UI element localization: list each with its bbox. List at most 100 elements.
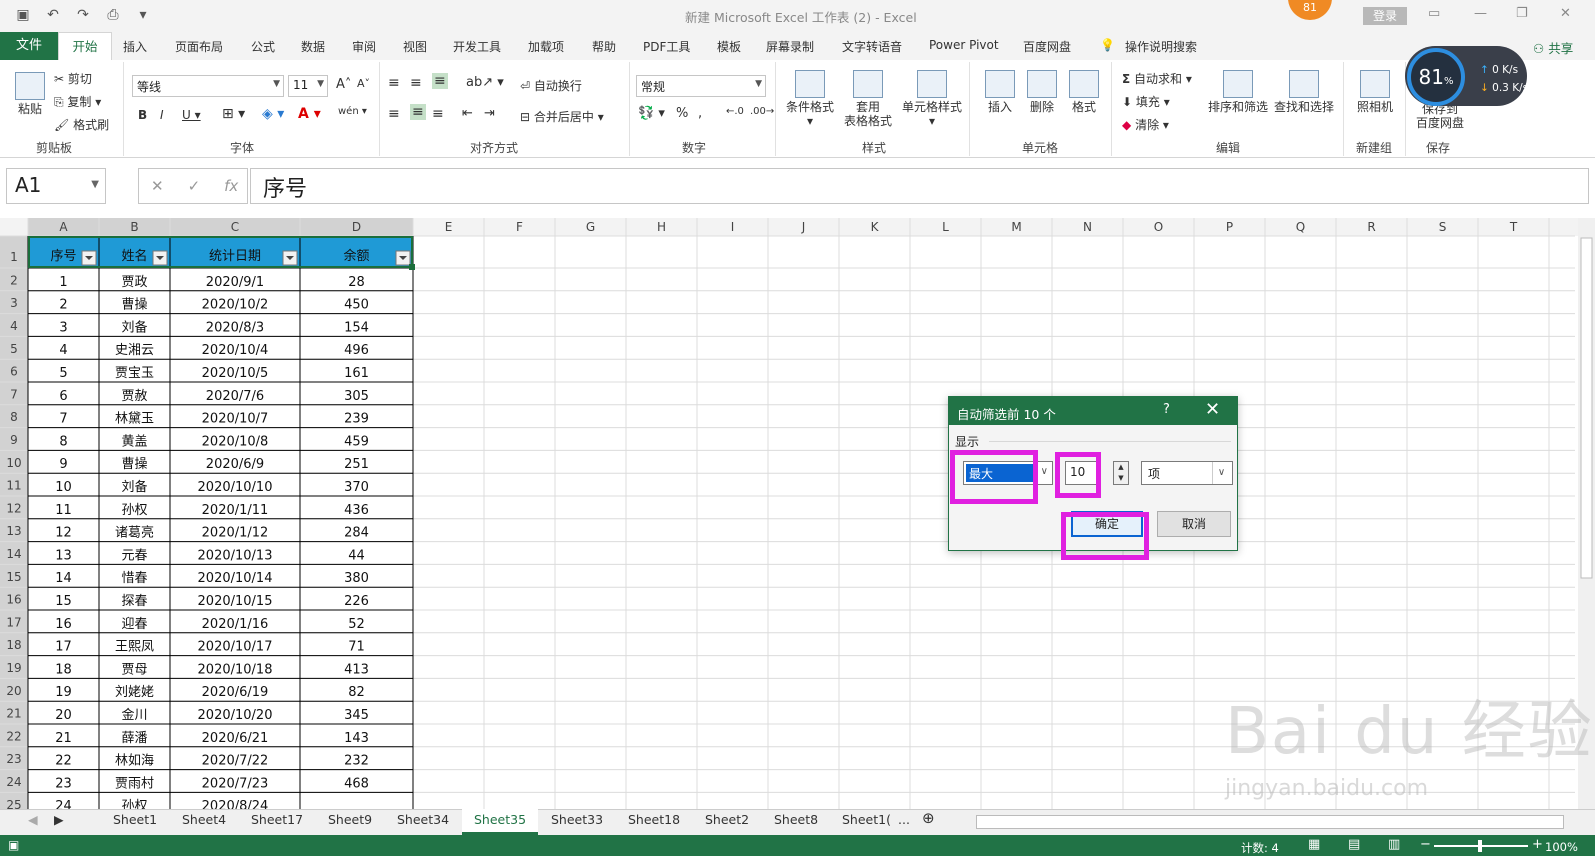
page-break-icon[interactable]: ▥	[1388, 837, 1400, 852]
sheet-tab-sheet34[interactable]: Sheet34	[397, 812, 449, 827]
sheet-tab-sheet9[interactable]: Sheet9	[328, 812, 372, 827]
zoom-in-icon[interactable]: +	[1532, 837, 1543, 852]
conditional-format-button[interactable]: 条件格式 ▾	[782, 70, 838, 128]
italic-icon[interactable]: I	[160, 108, 164, 122]
customize-qat-icon[interactable]: ▾	[134, 6, 152, 24]
add-sheet-icon[interactable]: ⊕	[922, 809, 935, 827]
sheet-tab-sheet1[interactable]: Sheet1	[113, 812, 157, 827]
shrink-font-icon[interactable]: A˅	[357, 77, 370, 90]
horizontal-scrollbar[interactable]	[976, 815, 1564, 829]
redo-icon[interactable]: ↷	[74, 6, 92, 24]
find-select-button[interactable]: 查找和选择	[1272, 70, 1336, 114]
align-left-icon[interactable]: ≡	[388, 106, 400, 122]
close-icon[interactable]: ✕	[1205, 399, 1220, 420]
spin-down-icon[interactable]: ▼	[1114, 473, 1128, 484]
close-window-icon[interactable]: ✕	[1560, 6, 1571, 21]
paste-button[interactable]: 粘贴	[10, 72, 50, 116]
font-size-select[interactable]: 11 ▼	[288, 75, 328, 97]
align-bottom-icon[interactable]: ≡	[432, 73, 448, 89]
format-painter-button[interactable]: 🖌 格式刷	[54, 116, 109, 133]
sheet-tab-sheet17[interactable]: Sheet17	[251, 812, 303, 827]
align-middle-icon[interactable]: ≡	[410, 75, 422, 91]
tab-help[interactable]: 帮助	[592, 38, 616, 55]
sheet-tab-sheet8[interactable]: Sheet8	[774, 812, 818, 827]
tab-insert[interactable]: 插入	[123, 38, 147, 55]
formula-input[interactable]: 序号	[250, 168, 1589, 204]
format-cells-button[interactable]: 格式	[1064, 70, 1104, 114]
tab-baidu-disk[interactable]: 百度网盘	[1023, 38, 1071, 55]
comma-icon[interactable]: ,	[698, 106, 702, 121]
wrap-text-button[interactable]: ⏎ 自动换行	[520, 77, 582, 94]
name-box[interactable]: A1 ▼	[6, 168, 106, 204]
items-percent-select[interactable]: 项 ∨	[1141, 461, 1233, 485]
align-right-icon[interactable]: ≡	[432, 106, 444, 122]
insert-function-icon[interactable]: fx	[224, 177, 238, 195]
copy-button[interactable]: ⎘ 复制 ▾	[54, 93, 101, 110]
font-name-select[interactable]: 等线 ▼	[132, 75, 284, 97]
sheet-tab-more[interactable]: ...	[898, 812, 910, 827]
macro-record-icon[interactable]: ▣	[8, 838, 19, 852]
save-icon[interactable]: ▣	[14, 6, 32, 24]
currency-icon[interactable]: 💱 ▾	[638, 106, 665, 121]
share-button[interactable]: ⚇ 共享	[1533, 38, 1573, 57]
sheet-tab-sheet33[interactable]: Sheet33	[551, 812, 603, 827]
tab-data[interactable]: 数据	[301, 38, 325, 55]
print-preview-icon[interactable]: ⎙	[104, 6, 122, 24]
cut-button[interactable]: ✂ 剪切	[54, 70, 92, 87]
spin-up-icon[interactable]: ▲	[1114, 462, 1128, 473]
count-spinner[interactable]: ▲ ▼	[1113, 461, 1129, 485]
tab-screen-record[interactable]: 屏幕录制	[766, 38, 814, 55]
decrease-indent-icon[interactable]: ⇤	[462, 106, 473, 121]
undo-icon[interactable]: ↶	[44, 6, 62, 24]
sheet-tab-sheet4[interactable]: Sheet4	[182, 812, 226, 827]
fill-button[interactable]: ⬇ 填充 ▾	[1122, 93, 1170, 110]
tab-addins[interactable]: 加载项	[528, 38, 564, 55]
tab-developer[interactable]: 开发工具	[453, 38, 501, 55]
autosum-button[interactable]: Σ 自动求和 ▾	[1122, 70, 1192, 87]
cancel-entry-icon[interactable]: ✕	[151, 177, 164, 195]
number-format-select[interactable]: 常规 ▼	[636, 75, 766, 97]
tab-power-pivot[interactable]: Power Pivot	[929, 38, 999, 52]
increase-indent-icon[interactable]: ⇥	[484, 106, 495, 121]
zoom-out-icon[interactable]: −	[1420, 837, 1431, 852]
cancel-button[interactable]: 取消	[1157, 511, 1231, 537]
merge-center-button[interactable]: ⊟ 合并后居中 ▾	[520, 108, 604, 125]
login-button[interactable]: 登录	[1363, 7, 1407, 25]
sort-filter-button[interactable]: 排序和筛选	[1206, 70, 1270, 114]
normal-view-icon[interactable]: ▦	[1308, 837, 1320, 852]
increase-decimal-icon[interactable]: ←.0	[726, 106, 744, 117]
tab-page-layout[interactable]: 页面布局	[175, 38, 223, 55]
sheet-tab-sheet18[interactable]: Sheet18	[628, 812, 680, 827]
align-center-icon[interactable]: ≡	[410, 104, 426, 120]
confirm-entry-icon[interactable]: ✓	[188, 177, 201, 195]
border-icon[interactable]: ⊞ ▾	[222, 106, 245, 122]
delete-cells-button[interactable]: 删除	[1022, 70, 1062, 114]
sheet-tab-sheet2[interactable]: Sheet2	[705, 812, 749, 827]
orientation-icon[interactable]: ab↗ ▾	[466, 75, 504, 90]
zoom-level[interactable]: 100%	[1545, 840, 1578, 854]
percent-icon[interactable]: %	[676, 106, 688, 121]
decrease-decimal-icon[interactable]: .00→	[750, 106, 774, 117]
clear-button[interactable]: ◆ 清除 ▾	[1122, 116, 1169, 133]
tell-me-search[interactable]: 操作说明搜索	[1125, 38, 1197, 55]
font-color-icon[interactable]: A ▾	[298, 106, 321, 122]
ribbon-display-icon[interactable]: ▭	[1428, 6, 1440, 21]
align-top-icon[interactable]: ≡	[388, 75, 400, 91]
page-layout-icon[interactable]: ▤	[1348, 837, 1360, 852]
camera-button[interactable]: 照相机	[1350, 70, 1400, 114]
minimize-icon[interactable]: —	[1474, 6, 1487, 21]
tab-view[interactable]: 视图	[403, 38, 427, 55]
tab-file[interactable]: 文件	[0, 32, 58, 60]
bold-icon[interactable]: B	[138, 108, 147, 122]
insert-cells-button[interactable]: 插入	[980, 70, 1020, 114]
fill-color-icon[interactable]: ◈ ▾	[262, 106, 284, 122]
help-icon[interactable]: ?	[1163, 402, 1170, 417]
tab-tts[interactable]: 文字转语音	[842, 38, 902, 55]
sheet-tab-sheet1x[interactable]: Sheet1(	[842, 812, 891, 827]
tab-template[interactable]: 模板	[717, 38, 741, 55]
tab-pdf[interactable]: PDF工具	[643, 38, 690, 55]
tab-formulas[interactable]: 公式	[251, 38, 275, 55]
cell-styles-button[interactable]: 单元格样式 ▾	[900, 70, 964, 128]
tab-review[interactable]: 审阅	[352, 38, 376, 55]
tab-home[interactable]: 开始	[58, 32, 112, 60]
